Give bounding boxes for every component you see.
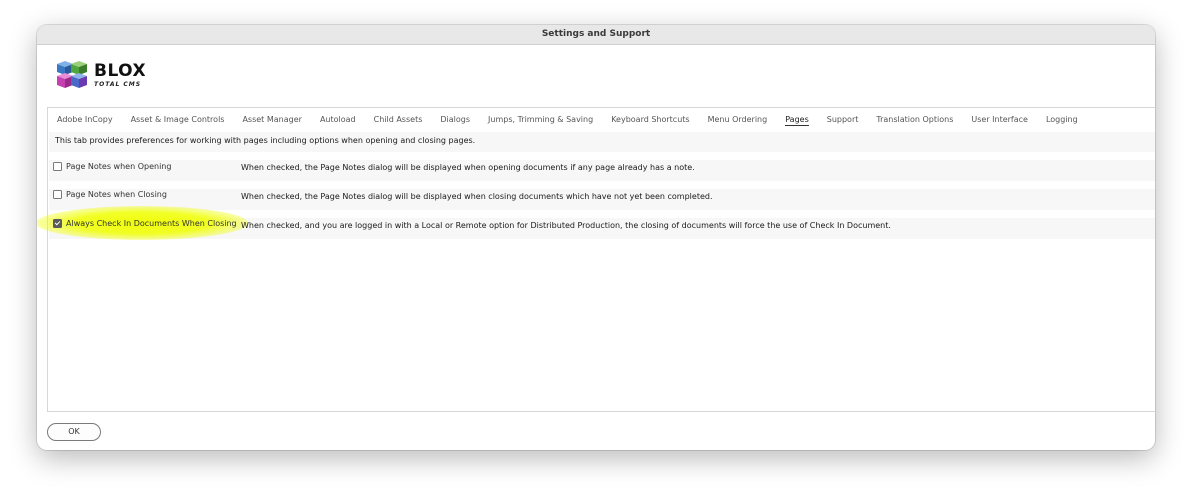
tab-panel: Adobe InCopy Asset & Image Controls Asse… bbox=[37, 107, 1155, 412]
cube-logo-icon bbox=[57, 61, 87, 88]
tab-asset-manager[interactable]: Asset Manager bbox=[242, 115, 301, 125]
window-title: Settings and Support bbox=[37, 25, 1155, 45]
always-check-in-option[interactable]: Always Check In Documents When Closing bbox=[53, 219, 237, 228]
option-description: When checked, the Page Notes dialog will… bbox=[241, 192, 713, 201]
settings-window: Settings and Support BLOX TOTAL CMS Adob… bbox=[37, 25, 1155, 450]
tab-user-interface[interactable]: User Interface bbox=[971, 115, 1028, 125]
option-label: Page Notes when Opening bbox=[66, 162, 172, 171]
ok-button[interactable]: OK bbox=[47, 423, 101, 441]
logo-wordmark: BLOX bbox=[94, 61, 147, 81]
pages-tab-description: This tab provides preferences for workin… bbox=[55, 136, 476, 145]
tab-bar: Adobe InCopy Asset & Image Controls Asse… bbox=[48, 112, 1087, 128]
page-notes-opening-checkbox[interactable] bbox=[53, 162, 62, 171]
logo-tagline: TOTAL CMS bbox=[94, 81, 142, 88]
tab-keyboard-shortcuts[interactable]: Keyboard Shortcuts bbox=[611, 115, 689, 125]
option-label: Page Notes when Closing bbox=[66, 190, 167, 199]
option-description: When checked, the Page Notes dialog will… bbox=[241, 163, 695, 172]
option-label: Always Check In Documents When Closing bbox=[66, 219, 237, 228]
option-description: When checked, and you are logged in with… bbox=[241, 221, 891, 230]
tab-logging[interactable]: Logging bbox=[1046, 115, 1078, 125]
blox-logo: BLOX TOTAL CMS bbox=[54, 56, 146, 96]
page-notes-closing-option[interactable]: Page Notes when Closing bbox=[53, 190, 167, 199]
tab-dialogs[interactable]: Dialogs bbox=[440, 115, 470, 125]
tab-translation-options[interactable]: Translation Options bbox=[876, 115, 953, 125]
tab-support[interactable]: Support bbox=[827, 115, 859, 125]
tab-asset-image-controls[interactable]: Asset & Image Controls bbox=[131, 115, 225, 125]
page-notes-closing-checkbox[interactable] bbox=[53, 190, 62, 199]
tab-child-assets[interactable]: Child Assets bbox=[374, 115, 423, 125]
tab-pages[interactable]: Pages bbox=[785, 115, 809, 126]
tab-menu-ordering[interactable]: Menu Ordering bbox=[708, 115, 768, 125]
tab-autoload[interactable]: Autoload bbox=[320, 115, 356, 125]
always-check-in-checkbox[interactable] bbox=[53, 219, 62, 228]
tab-adobe-incopy[interactable]: Adobe InCopy bbox=[57, 115, 113, 125]
page-notes-opening-option[interactable]: Page Notes when Opening bbox=[53, 162, 171, 171]
tab-jumps-trimming-saving[interactable]: Jumps, Trimming & Saving bbox=[488, 115, 593, 125]
